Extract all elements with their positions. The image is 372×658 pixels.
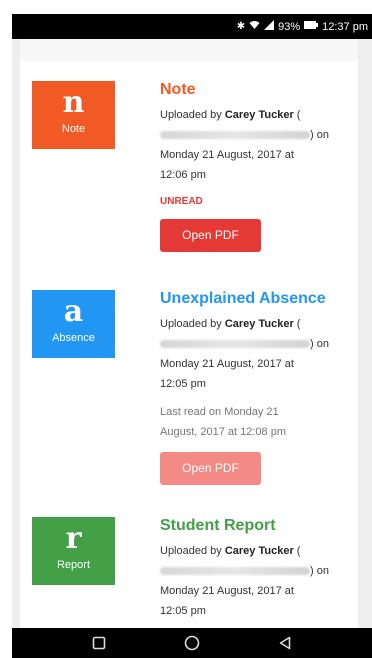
uploader-name: Carey Tucker bbox=[224, 318, 294, 330]
absence-badge: a Absence bbox=[32, 290, 115, 358]
upload-time: 12:05 pm bbox=[160, 378, 206, 390]
badge-letter: a bbox=[63, 294, 84, 329]
note-badge: n Note bbox=[32, 81, 115, 149]
circle-icon[interactable] bbox=[181, 632, 203, 654]
list-item: r Report Student Report Uploaded by Care… bbox=[32, 517, 352, 627]
open-pdf-button[interactable]: Open PDF bbox=[160, 219, 261, 252]
last-read-line2: August, 2017 at 12:08 pm bbox=[160, 426, 286, 438]
upload-time: 12:06 pm bbox=[160, 169, 206, 181]
paren-close: ) on bbox=[310, 129, 329, 141]
battery-icon bbox=[304, 21, 319, 32]
uploaded-prefix: Uploaded by bbox=[160, 109, 222, 121]
last-read-info: Last read on Monday 21 August, 2017 at 1… bbox=[160, 402, 370, 442]
open-pdf-button[interactable]: Open PDF bbox=[160, 452, 261, 485]
list-item: n Note Note Uploaded by Carey Tucker ( )… bbox=[32, 81, 352, 261]
last-read-line1: Last read on Monday 21 bbox=[160, 406, 279, 418]
redacted-email bbox=[160, 131, 310, 140]
redacted-email bbox=[160, 340, 310, 349]
item-title[interactable]: Note bbox=[160, 81, 370, 99]
badge-letter: n bbox=[62, 85, 85, 120]
badge-caption: Note bbox=[61, 123, 86, 135]
system-nav-bar bbox=[12, 628, 372, 658]
redacted-email bbox=[160, 567, 310, 576]
uploader-name: Carey Tucker bbox=[224, 545, 294, 557]
status-bar: ✱ 93% 12:37 pm bbox=[12, 14, 372, 39]
paren-open: ( bbox=[296, 109, 301, 121]
list-item: a Absence Unexplained Absence Uploaded b… bbox=[32, 290, 352, 490]
wifi-icon bbox=[249, 20, 260, 33]
uploaded-prefix: Uploaded by bbox=[160, 545, 222, 557]
triangle-back-icon[interactable] bbox=[274, 632, 296, 654]
upload-time: 12:05 pm bbox=[160, 605, 206, 617]
battery-percent: 93% bbox=[278, 20, 301, 33]
upload-info: Uploaded by Carey Tucker ( ) on Monday 2… bbox=[160, 314, 370, 394]
paren-close: ) on bbox=[310, 338, 329, 350]
paren-open: ( bbox=[296, 545, 301, 557]
upload-date: Monday 21 August, 2017 at bbox=[160, 149, 294, 161]
item-title[interactable]: Student Report bbox=[160, 517, 370, 535]
uploader-name: Carey Tucker bbox=[224, 109, 294, 121]
clock: 12:37 pm bbox=[322, 20, 368, 33]
uploaded-prefix: Uploaded by bbox=[160, 318, 222, 330]
upload-info: Uploaded by Carey Tucker ( ) on Monday 2… bbox=[160, 105, 370, 185]
upload-date: Monday 21 August, 2017 at bbox=[160, 585, 294, 597]
report-badge: r Report bbox=[32, 517, 115, 585]
badge-caption: Absence bbox=[52, 332, 95, 344]
badge-letter: r bbox=[65, 521, 82, 556]
header-strip bbox=[20, 39, 358, 61]
unread-label: UNREAD bbox=[160, 196, 203, 207]
bluetooth-icon: ✱ bbox=[236, 21, 246, 32]
paren-open: ( bbox=[296, 318, 301, 330]
square-icon[interactable] bbox=[88, 632, 110, 654]
upload-date: Monday 21 August, 2017 at bbox=[160, 358, 294, 370]
badge-caption: Report bbox=[56, 559, 91, 571]
upload-info: Uploaded by Carey Tucker ( ) on Monday 2… bbox=[160, 541, 370, 621]
signal-icon bbox=[264, 20, 275, 33]
item-title[interactable]: Unexplained Absence bbox=[160, 290, 370, 308]
paren-close: ) on bbox=[310, 565, 329, 577]
